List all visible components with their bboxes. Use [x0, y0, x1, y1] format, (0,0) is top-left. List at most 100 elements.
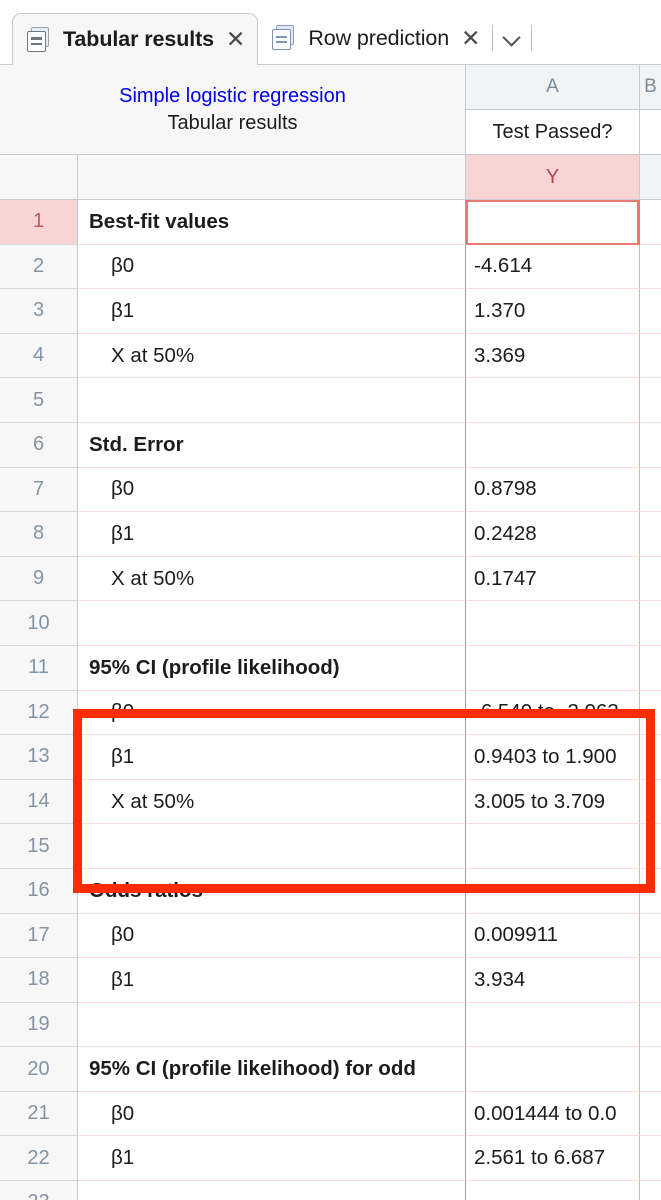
- row-label-cell[interactable]: β0: [78, 467, 466, 513]
- cell-a[interactable]: 3.005 to 3.709: [466, 779, 640, 825]
- cell-b[interactable]: [640, 779, 661, 825]
- table-row[interactable]: 9X at 50% 0.1747: [0, 556, 661, 602]
- row-header[interactable]: 15: [0, 824, 78, 869]
- cell-b[interactable]: [640, 556, 661, 602]
- table-row[interactable]: 2 β0 -4.614: [0, 244, 661, 290]
- table-row[interactable]: 5: [0, 378, 661, 423]
- table-row[interactable]: 18 β1 3.934: [0, 958, 661, 1003]
- table-row[interactable]: 8 β1 0.2428: [0, 512, 661, 557]
- row-header[interactable]: 2: [0, 244, 78, 290]
- cell-a[interactable]: 1.370: [466, 289, 640, 334]
- cell-b[interactable]: [640, 1002, 661, 1048]
- table-row[interactable]: 20 95% CI (profile likelihood) for odd: [0, 1047, 661, 1092]
- row-label-cell[interactable]: Std. Error: [78, 422, 466, 468]
- table-row[interactable]: 10: [0, 601, 661, 646]
- analysis-title-link[interactable]: Simple logistic regression: [119, 83, 346, 110]
- cell-a[interactable]: [466, 200, 640, 245]
- row-label-cell[interactable]: [78, 1181, 466, 1200]
- row-header[interactable]: 3: [0, 289, 78, 334]
- row-header[interactable]: 1: [0, 200, 78, 245]
- tab-close-icon[interactable]: ✕: [224, 28, 247, 51]
- cell-a[interactable]: [466, 601, 640, 646]
- row-header[interactable]: 8: [0, 512, 78, 557]
- row-header[interactable]: 17: [0, 913, 78, 959]
- row-label-cell[interactable]: 95% CI (profile likelihood): [78, 645, 466, 691]
- table-row[interactable]: 13 β1 0.9403 to 1.900: [0, 735, 661, 780]
- cell-b[interactable]: [640, 690, 661, 736]
- cell-a[interactable]: 0.009911: [466, 913, 640, 959]
- cell-b[interactable]: [640, 333, 661, 379]
- table-row[interactable]: 6 Std. Error: [0, 422, 661, 468]
- cell-a[interactable]: 3.934: [466, 958, 640, 1003]
- row-header[interactable]: 16: [0, 868, 78, 914]
- cell-a[interactable]: [466, 422, 640, 468]
- tab-row-prediction[interactable]: Row prediction: [258, 12, 459, 64]
- cell-b[interactable]: [640, 422, 661, 468]
- cell-a[interactable]: [466, 1047, 640, 1092]
- table-row[interactable]: 7 β0 0.8798: [0, 467, 661, 513]
- cell-b[interactable]: [640, 289, 661, 334]
- row-label-cell[interactable]: β0: [78, 244, 466, 290]
- row-header[interactable]: 6: [0, 422, 78, 468]
- cell-a[interactable]: 3.369: [466, 333, 640, 379]
- tab-tabular-results[interactable]: Tabular results ✕: [12, 13, 259, 65]
- cell-b[interactable]: [640, 244, 661, 290]
- table-row[interactable]: 17 β0 0.009911: [0, 913, 661, 959]
- row-header[interactable]: 23: [0, 1181, 78, 1200]
- row-header[interactable]: 5: [0, 378, 78, 423]
- row-label-cell[interactable]: β1: [78, 735, 466, 780]
- cell-b[interactable]: [640, 1047, 661, 1092]
- cell-b[interactable]: [640, 1136, 661, 1182]
- cell-b[interactable]: [640, 868, 661, 914]
- cell-a[interactable]: [466, 645, 640, 691]
- table-row[interactable]: 11 95% CI (profile likelihood): [0, 645, 661, 691]
- cell-b[interactable]: [640, 378, 661, 423]
- cell-a[interactable]: [466, 1002, 640, 1048]
- cell-a[interactable]: 0.2428: [466, 512, 640, 557]
- cell-b[interactable]: [640, 467, 661, 513]
- row-header[interactable]: 7: [0, 467, 78, 513]
- table-row[interactable]: 19: [0, 1002, 661, 1048]
- row-label-cell[interactable]: β1: [78, 1136, 466, 1182]
- column-header-a[interactable]: A: [466, 65, 640, 110]
- table-row[interactable]: 14 X at 50% 3.005 to 3.709: [0, 779, 661, 825]
- cell-b[interactable]: [640, 1181, 661, 1200]
- row-label-cell[interactable]: [78, 378, 466, 423]
- row-label-cell[interactable]: β0: [78, 1091, 466, 1137]
- row-label-cell[interactable]: β0: [78, 913, 466, 959]
- table-row[interactable]: 3 β1 1.370: [0, 289, 661, 334]
- cell-b[interactable]: [640, 824, 661, 869]
- cell-b[interactable]: [640, 601, 661, 646]
- cell-a[interactable]: -4.614: [466, 244, 640, 290]
- row-label-cell[interactable]: β0: [78, 690, 466, 736]
- row-label-cell[interactable]: Best-fit values: [78, 200, 466, 245]
- row-label-cell[interactable]: β1: [78, 512, 466, 557]
- row-header[interactable]: 19: [0, 1002, 78, 1048]
- cell-b[interactable]: [640, 512, 661, 557]
- cell-a[interactable]: [466, 378, 640, 423]
- table-row[interactable]: 4X at 50% 3.369: [0, 333, 661, 379]
- cell-b[interactable]: [640, 735, 661, 780]
- table-row[interactable]: 12 β0 -6.540 to -3.063: [0, 690, 661, 736]
- row-label-cell[interactable]: [78, 601, 466, 646]
- row-header[interactable]: 22: [0, 1136, 78, 1182]
- row-label-cell[interactable]: β1: [78, 958, 466, 1003]
- row-label-cell[interactable]: Odds ratios: [78, 868, 466, 914]
- row-header[interactable]: 21: [0, 1091, 78, 1137]
- row-header[interactable]: 14: [0, 779, 78, 825]
- row-header[interactable]: 20: [0, 1047, 78, 1092]
- cell-a[interactable]: -6.540 to -3.063: [466, 690, 640, 736]
- row-label-cell[interactable]: 95% CI (profile likelihood) for odd: [78, 1047, 466, 1092]
- row-header[interactable]: 4: [0, 333, 78, 379]
- table-row[interactable]: 1 Best-fit values: [0, 200, 661, 245]
- row-label-cell[interactable]: X at 50%: [78, 556, 466, 602]
- row-header[interactable]: 18: [0, 958, 78, 1003]
- column-title-a[interactable]: Test Passed?: [466, 110, 640, 155]
- tab-close-icon[interactable]: ✕: [459, 26, 482, 50]
- table-row[interactable]: 16 Odds ratios: [0, 868, 661, 914]
- cell-b[interactable]: [640, 1091, 661, 1137]
- row-label-cell[interactable]: X at 50%: [78, 779, 466, 825]
- table-row[interactable]: 15: [0, 824, 661, 869]
- cell-a[interactable]: 2.561 to 6.687: [466, 1136, 640, 1182]
- cell-b[interactable]: [640, 200, 661, 245]
